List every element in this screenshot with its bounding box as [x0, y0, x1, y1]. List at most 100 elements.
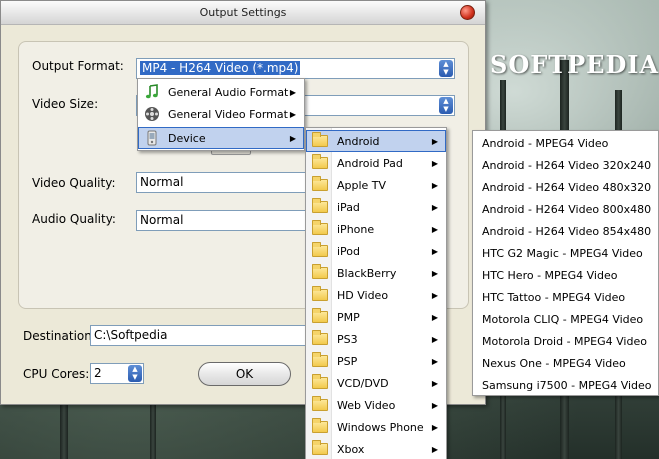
menu-item-label: Web Video — [337, 398, 396, 412]
submenu-arrow-icon: ▶ — [431, 356, 438, 366]
preset-item[interactable]: Android - H264 Video 480x320 — [473, 176, 658, 198]
title-bar[interactable]: Output Settings — [1, 1, 485, 25]
folder-icon — [312, 330, 328, 345]
folder-icon — [312, 242, 328, 257]
menu-item-blackberry[interactable]: BlackBerry ▶ — [306, 262, 446, 284]
close-button[interactable] — [460, 5, 475, 20]
menu-item-ps3[interactable]: PS3 ▶ — [306, 328, 446, 350]
submenu-arrow-icon: ▶ — [431, 246, 438, 256]
submenu-arrow-icon: ▶ — [431, 378, 438, 388]
preset-item[interactable]: HTC Hero - MPEG4 Video — [473, 264, 658, 286]
menu-item-label: General Video Format — [168, 107, 288, 121]
film-reel-icon — [145, 107, 159, 121]
output-format-select[interactable]: MP4 - H264 Video (*.mp4) ▲ ▼ — [136, 58, 455, 79]
cpu-cores-label: CPU Cores: — [23, 367, 90, 381]
menu-item-label: Android Pad — [337, 156, 403, 170]
submenu-arrow-icon: ▶ — [431, 158, 438, 168]
menu-item-windows-phone[interactable]: Windows Phone ▶ — [306, 416, 446, 438]
preset-item[interactable]: Motorola Droid - MPEG4 Video — [473, 330, 658, 352]
folder-icon — [312, 418, 328, 433]
output-format-value: MP4 - H264 Video (*.mp4) — [140, 61, 301, 75]
submenu-arrow-icon: ▶ — [431, 444, 438, 454]
window-title: Output Settings — [199, 6, 287, 19]
submenu-arrow-icon: ▶ — [431, 334, 438, 344]
output-format-label: Output Format: — [32, 59, 124, 73]
menu-item-iphone[interactable]: iPhone ▶ — [306, 218, 446, 240]
submenu-arrow-icon: ▶ — [431, 400, 438, 410]
preset-label: Nexus One - MPEG4 Video — [482, 356, 626, 370]
video-quality-value: Normal — [140, 175, 184, 189]
menu-item-ipod[interactable]: iPod ▶ — [306, 240, 446, 262]
menu-item-label: PMP — [337, 310, 360, 324]
menu-item-ipad[interactable]: iPad ▶ — [306, 196, 446, 218]
dropdown-arrow-icon[interactable]: ▲ ▼ — [128, 365, 142, 382]
destination-value: C:\Softpedia — [94, 328, 168, 342]
menu-item-label: BlackBerry — [337, 266, 397, 280]
folder-icon — [312, 440, 328, 455]
audio-quality-select[interactable]: Normal — [136, 210, 308, 231]
destination-label: Destination: — [23, 329, 96, 343]
preset-label: HTC G2 Magic - MPEG4 Video — [482, 246, 643, 260]
menu-item-label: iPod — [337, 244, 361, 258]
menu-item-hd-video[interactable]: HD Video ▶ — [306, 284, 446, 306]
device-preset-menu: Android - MPEG4 Video Android - H264 Vide… — [472, 130, 659, 396]
preset-item[interactable]: Android - H264 Video 854x480 — [473, 220, 658, 242]
preset-label: Android - H264 Video 854x480 — [482, 224, 652, 238]
music-note-icon — [145, 84, 158, 99]
softpedia-logo: SOFTPEDIA® — [490, 50, 659, 79]
submenu-arrow-icon: ▶ — [431, 268, 438, 278]
cpu-cores-select[interactable]: 2 ▲ ▼ — [90, 363, 144, 384]
menu-item-web-video[interactable]: Web Video ▶ — [306, 394, 446, 416]
submenu-arrow-icon: ▶ — [431, 202, 438, 212]
tree-trunk — [150, 405, 156, 459]
folder-icon — [312, 132, 328, 147]
menu-item-label: HD Video — [337, 288, 389, 302]
video-quality-label: Video Quality: — [32, 176, 116, 190]
folder-icon — [312, 396, 328, 411]
submenu-arrow-icon: ▶ — [431, 180, 438, 190]
format-category-menu: General Audio Format ▶ General Video For… — [137, 78, 305, 151]
folder-icon — [312, 154, 328, 169]
menu-item-android[interactable]: Android ▶ — [306, 130, 446, 152]
dropdown-arrow-icon[interactable]: ▲ ▼ — [439, 60, 453, 77]
video-quality-select[interactable]: Normal — [136, 172, 308, 193]
device-icon — [147, 130, 157, 146]
submenu-arrow-icon: ▶ — [431, 312, 438, 322]
menu-item-label: Windows Phone — [337, 420, 424, 434]
submenu-arrow-icon: ▶ — [289, 133, 296, 143]
preset-item[interactable]: Motorola CLIQ - MPEG4 Video — [473, 308, 658, 330]
menu-item-android-pad[interactable]: Android Pad ▶ — [306, 152, 446, 174]
preset-label: Motorola CLIQ - MPEG4 Video — [482, 312, 644, 326]
menu-item-label: PS3 — [337, 332, 358, 346]
submenu-arrow-icon: ▶ — [431, 136, 438, 146]
audio-quality-label: Audio Quality: — [32, 212, 116, 226]
folder-icon — [312, 352, 328, 367]
menu-item-device[interactable]: Device ▶ — [138, 127, 304, 149]
menu-item-general-video-format[interactable]: General Video Format ▶ — [138, 103, 304, 125]
menu-item-psp[interactable]: PSP ▶ — [306, 350, 446, 372]
menu-item-label: Device — [168, 131, 206, 145]
preset-item[interactable]: Android - H264 Video 320x240 — [473, 154, 658, 176]
preset-item[interactable]: HTC G2 Magic - MPEG4 Video — [473, 242, 658, 264]
menu-item-xbox[interactable]: Xbox ▶ — [306, 438, 446, 459]
menu-item-vcd-dvd[interactable]: VCD/DVD ▶ — [306, 372, 446, 394]
device-brand-menu: Android ▶ Android Pad ▶ Apple TV ▶ iPad ▶ iPhone… — [305, 127, 447, 459]
preset-item[interactable]: Android - H264 Video 800x480 — [473, 198, 658, 220]
destination-field[interactable]: C:\Softpedia — [90, 325, 308, 346]
menu-item-label: Xbox — [337, 442, 365, 456]
menu-item-pmp[interactable]: PMP ▶ — [306, 306, 446, 328]
preset-item[interactable]: HTC Tattoo - MPEG4 Video — [473, 286, 658, 308]
submenu-arrow-icon: ▶ — [431, 290, 438, 300]
preset-item[interactable]: Nexus One - MPEG4 Video — [473, 352, 658, 374]
menu-item-label: iPhone — [337, 222, 375, 236]
preset-label: Android - H264 Video 320x240 — [482, 158, 652, 172]
menu-item-label: General Audio Format — [168, 85, 289, 99]
menu-item-label: PSP — [337, 354, 358, 368]
menu-item-general-audio-format[interactable]: General Audio Format ▶ — [138, 81, 304, 103]
preset-item[interactable]: Android - MPEG4 Video — [473, 132, 658, 154]
preset-label: Android - MPEG4 Video — [482, 136, 609, 150]
dropdown-arrow-icon[interactable]: ▲ ▼ — [439, 97, 453, 114]
ok-button[interactable]: OK — [198, 362, 291, 386]
menu-item-apple-tv[interactable]: Apple TV ▶ — [306, 174, 446, 196]
preset-item[interactable]: Samsung i7500 - MPEG4 Video — [473, 374, 658, 396]
